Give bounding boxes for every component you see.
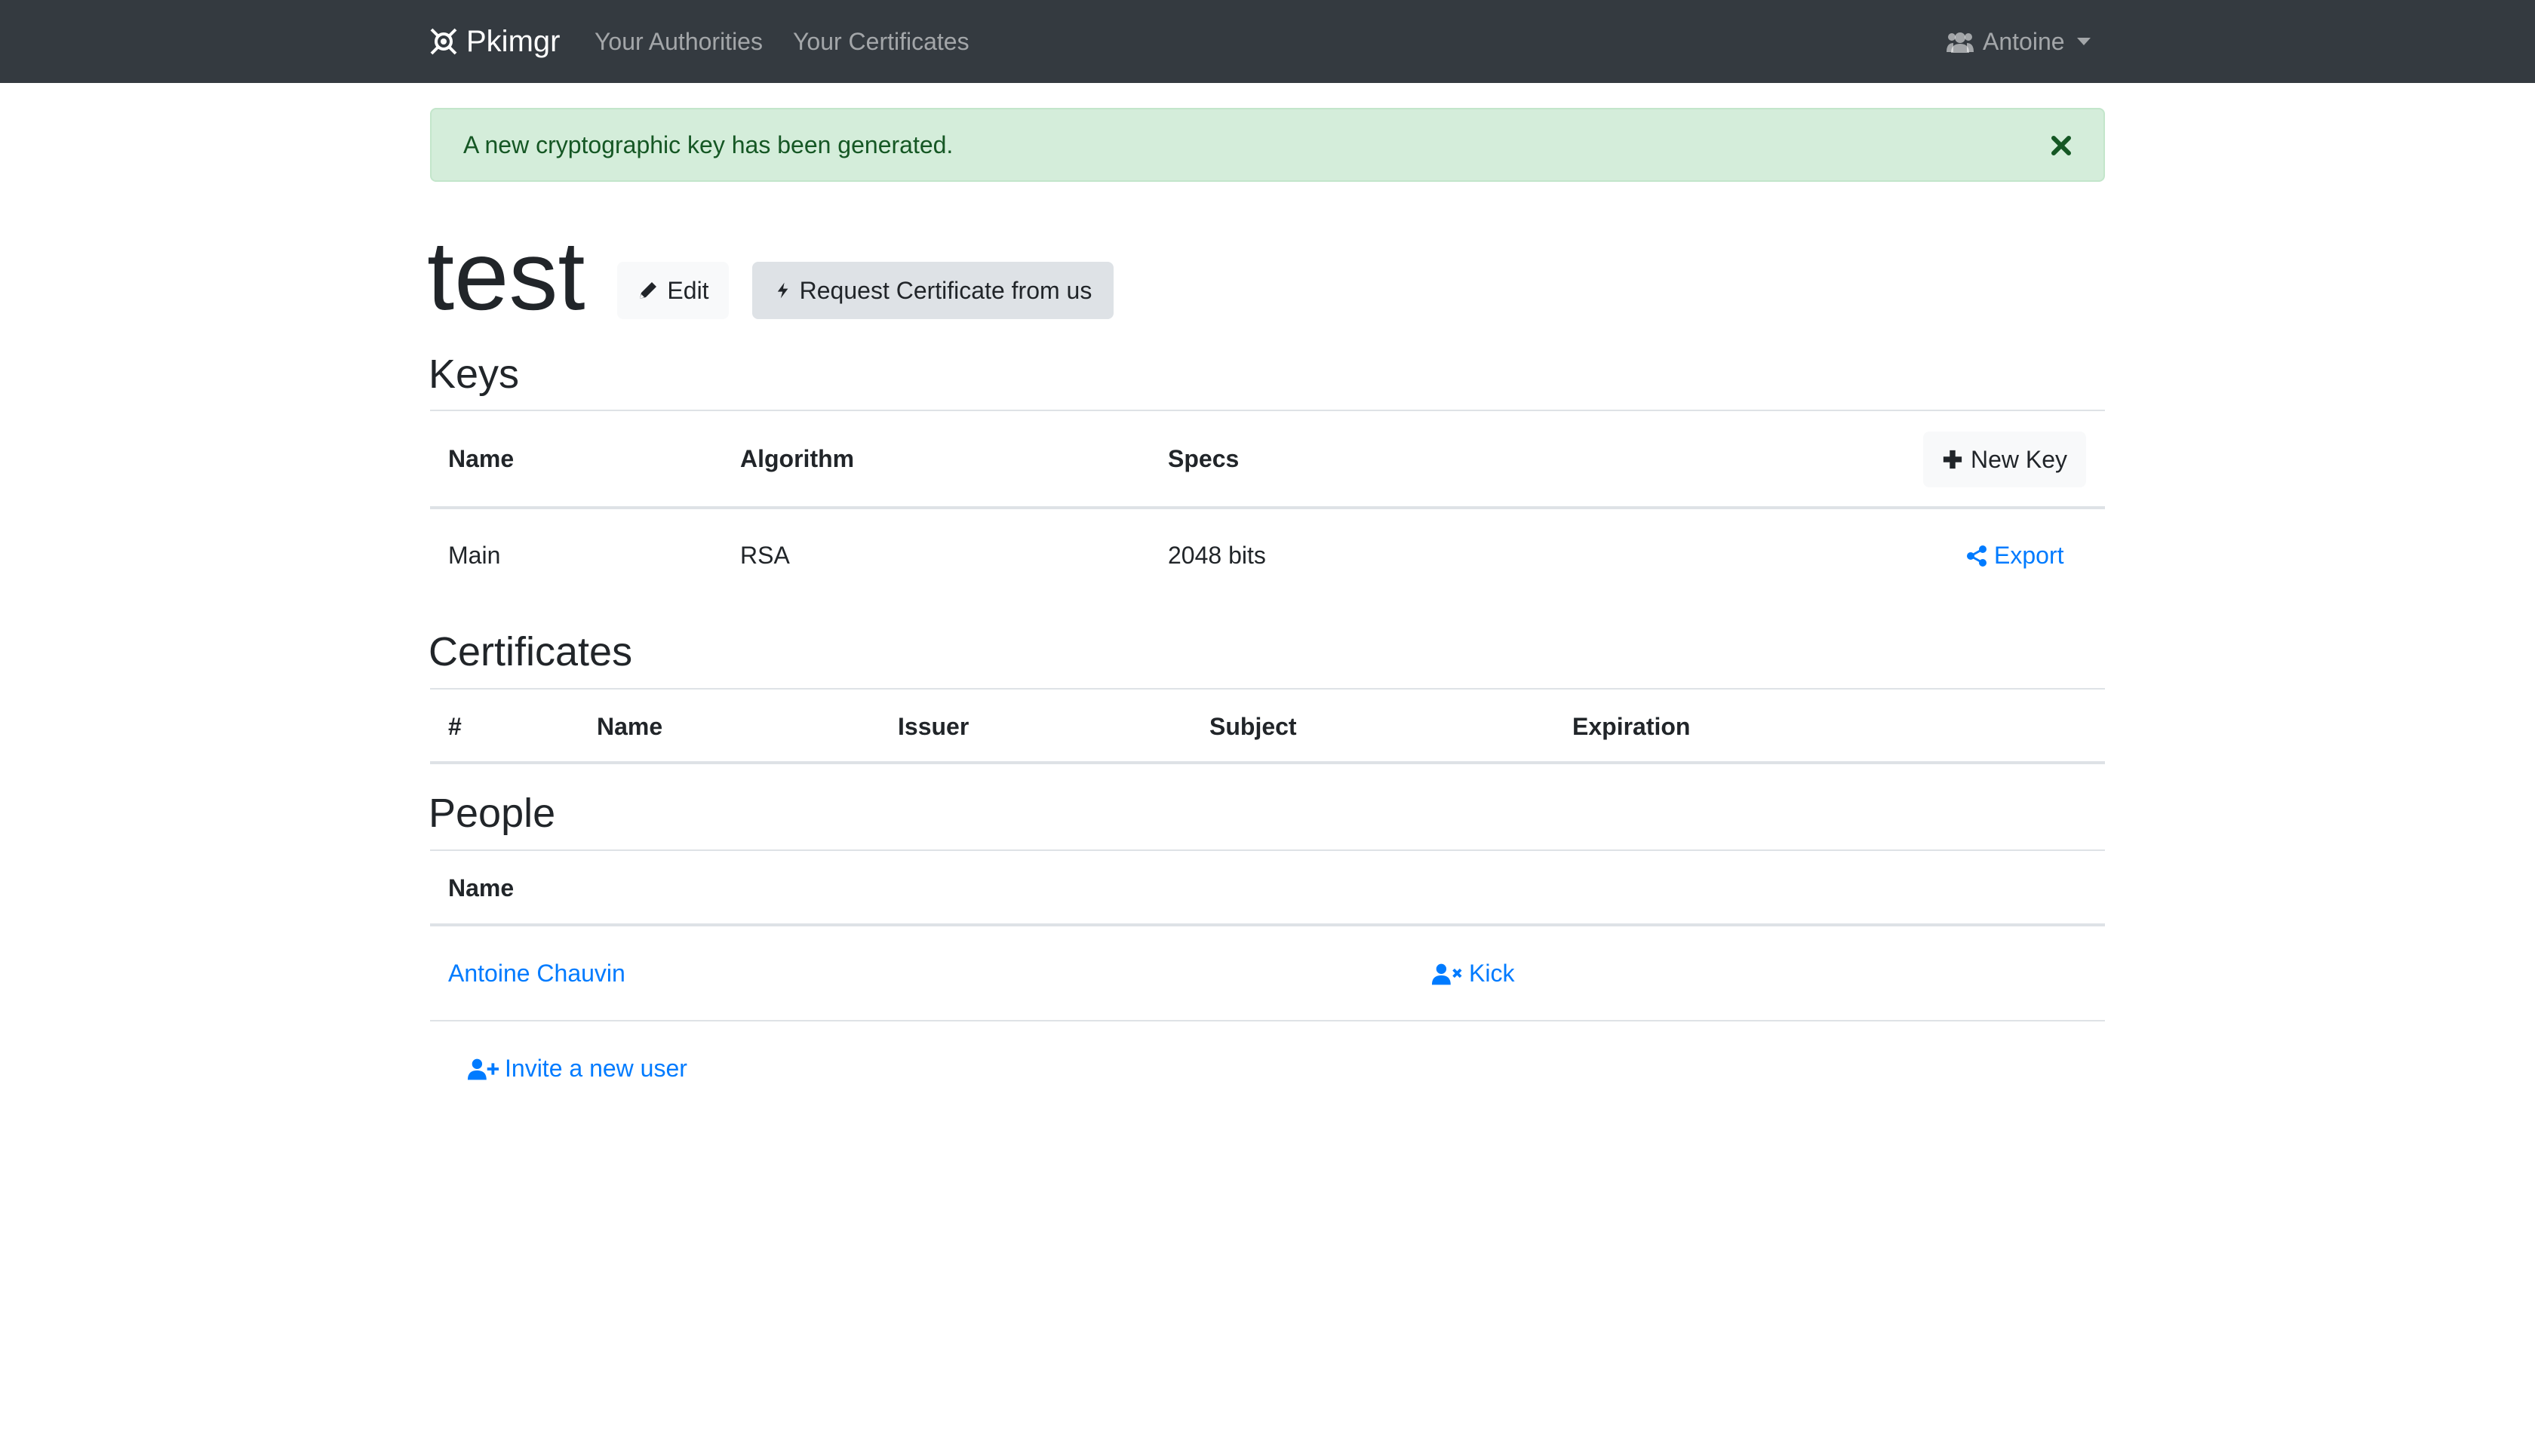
invite-user-label: Invite a new user (505, 1055, 687, 1082)
new-key-button[interactable]: New Key (1923, 432, 2086, 487)
keys-divider (430, 410, 2105, 411)
brand-name: Pkimgr (466, 24, 561, 58)
key-algorithm: RSA (740, 542, 790, 569)
people-row-divider (430, 1020, 2105, 1021)
key-specs: 2048 bits (1168, 542, 1266, 569)
page-title: test (427, 220, 585, 330)
keys-header-divider (430, 506, 2105, 509)
keys-col-name: Name (448, 445, 515, 472)
success-alert: A new cryptographic key has been generat… (430, 108, 2105, 182)
people-divider (430, 849, 2105, 851)
keys-col-specs: Specs (1168, 445, 1240, 472)
certs-col-subject: Subject (1209, 713, 1297, 740)
certs-col-name: Name (597, 713, 663, 740)
nav-your-certificates[interactable]: Your Certificates (793, 0, 969, 83)
close-icon[interactable] (2049, 134, 2073, 158)
nav-your-authorities[interactable]: Your Authorities (595, 0, 763, 83)
kick-link[interactable]: Kick (1431, 960, 1514, 988)
keys-heading: Keys (429, 352, 520, 397)
key-name: Main (448, 542, 501, 569)
caret-down-icon (2076, 38, 2091, 45)
kick-label: Kick (1469, 960, 1515, 987)
plus-icon (1943, 450, 1962, 469)
alert-message: A new cryptographic key has been generat… (463, 131, 954, 158)
person-name-link[interactable]: Antoine Chauvin (448, 960, 625, 988)
users-icon (1947, 32, 1974, 53)
export-link[interactable]: Export (1965, 542, 2063, 570)
certs-col-number: # (448, 713, 462, 740)
user-name: Antoine (1983, 27, 2065, 55)
people-header-divider (430, 923, 2105, 926)
people-heading: People (429, 791, 556, 836)
user-remove-icon (1431, 963, 1462, 984)
top-navbar: Pkimgr Your Authorities Your Certificate… (0, 0, 2535, 83)
request-certificate-label: Request Certificate from us (799, 276, 1092, 304)
brand-logo-icon (430, 28, 457, 55)
invite-user-link[interactable]: Invite a new user (467, 1055, 687, 1083)
edit-button[interactable]: Edit (617, 262, 729, 319)
bolt-icon (777, 282, 788, 299)
edit-button-label: Edit (667, 276, 709, 304)
keys-col-algorithm: Algorithm (740, 445, 855, 472)
certificates-divider (430, 688, 2105, 690)
share-icon (1967, 545, 1987, 567)
certs-col-issuer: Issuer (898, 713, 969, 740)
certificates-header-divider (430, 761, 2105, 764)
people-col-name: Name (448, 874, 515, 902)
brand-link[interactable]: Pkimgr (429, 0, 560, 83)
user-dropdown[interactable]: Antoine (1945, 0, 2091, 83)
user-add-icon (467, 1058, 499, 1080)
certificates-heading: Certificates (429, 629, 633, 674)
new-key-label: New Key (1970, 445, 2068, 473)
pencil-icon (640, 282, 657, 299)
export-label: Export (1994, 542, 2064, 569)
certs-col-expiration: Expiration (1572, 713, 1691, 740)
request-certificate-button[interactable]: Request Certificate from us (752, 262, 1114, 319)
